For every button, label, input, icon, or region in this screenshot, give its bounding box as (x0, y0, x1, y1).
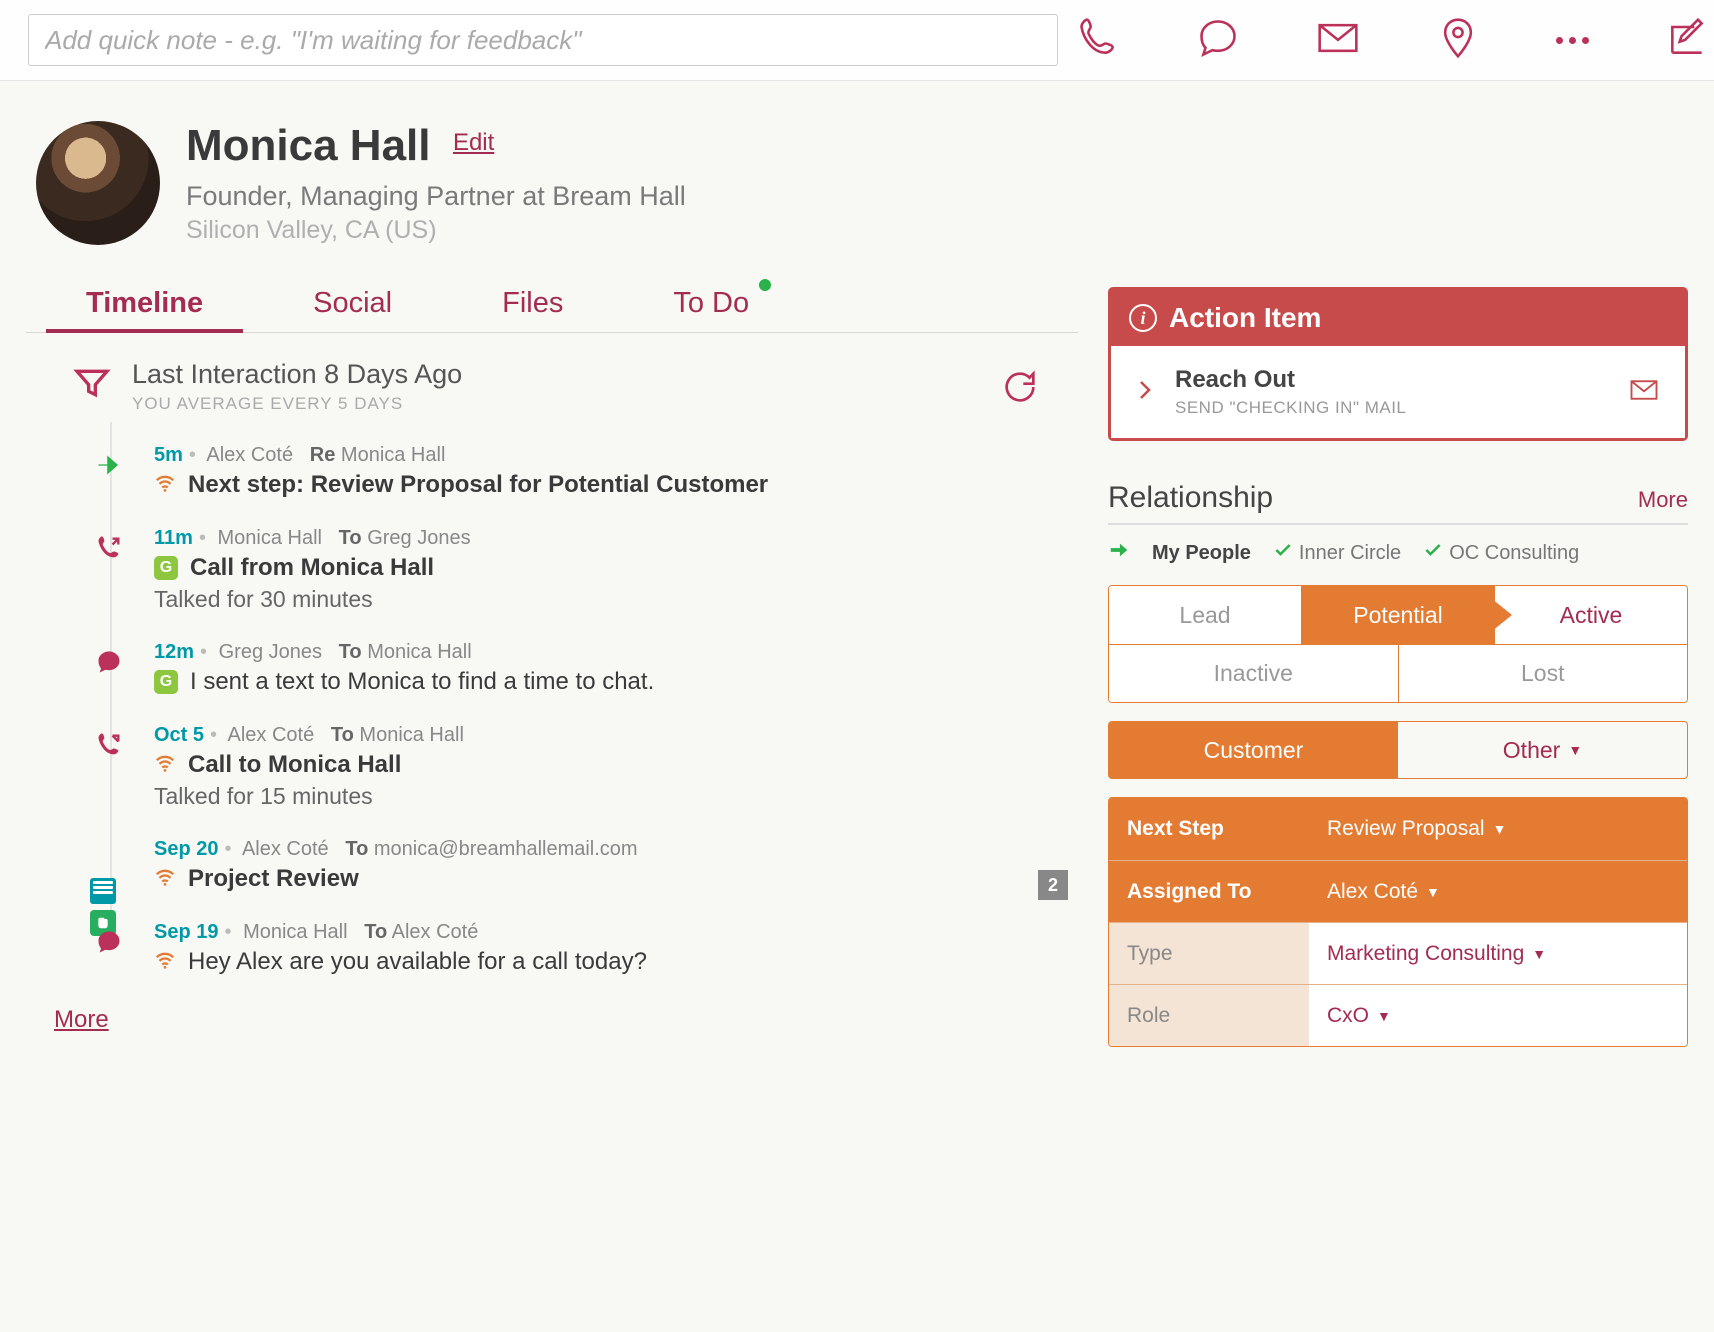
chat-bubble-icon (88, 641, 130, 683)
kv-val-role[interactable]: CxO▼ (1309, 985, 1687, 1046)
contact-name: Monica Hall (186, 121, 431, 171)
relationship-tags: My People Inner Circle OC Consulting (1108, 525, 1688, 585)
timeline-more-link[interactable]: More (54, 1006, 109, 1034)
timeline-time: 5m (154, 444, 183, 466)
relationship-details: Next Step Review Proposal▼ Assigned To A… (1108, 797, 1688, 1047)
action-item-title: Reach Out (1175, 366, 1406, 394)
mail-icon[interactable] (1316, 16, 1360, 65)
stage-active[interactable]: Active (1494, 586, 1687, 644)
stage-inactive[interactable]: Inactive (1109, 645, 1398, 702)
stage-lost[interactable]: Lost (1398, 645, 1688, 702)
arrow-right-icon (88, 444, 130, 486)
caret-down-icon: ▼ (1426, 884, 1440, 900)
tabs: Timeline Social Files To Do (26, 275, 1078, 333)
relationship-header: Relationship (1108, 481, 1273, 515)
chat-icon[interactable] (1196, 16, 1240, 65)
kv-key-assigned: Assigned To (1109, 861, 1309, 922)
timeline-item[interactable]: 5m• Alex Coté Re Monica Hall Next step: … (72, 430, 1078, 513)
kv-key-next-step: Next Step (1109, 798, 1309, 860)
kv-key-type: Type (1109, 923, 1309, 984)
top-bar (0, 0, 1714, 81)
chat-bubble-icon (88, 921, 130, 963)
phone-icon[interactable] (1076, 16, 1120, 65)
timeline-item[interactable]: 12m• Greg Jones To Monica Hall G I sent … (72, 627, 1078, 710)
compose-icon[interactable] (1665, 16, 1709, 65)
source-badge-icon: G (154, 556, 178, 580)
caret-down-icon: ▼ (1377, 1008, 1391, 1024)
call-outbound-icon (88, 724, 130, 766)
wifi-icon (154, 472, 176, 499)
location-icon[interactable] (1436, 16, 1480, 65)
tag-inner-circle[interactable]: Inner Circle (1273, 540, 1401, 566)
kv-key-role: Role (1109, 985, 1309, 1046)
action-item-body[interactable]: Reach Out SEND "CHECKING IN" MAIL (1111, 346, 1685, 438)
caret-down-icon: ▼ (1532, 946, 1546, 962)
wifi-icon (154, 949, 176, 976)
stage-selector: Lead Potential Active Inactive Lost (1108, 585, 1688, 703)
todo-indicator-icon (759, 279, 771, 291)
avatar (36, 121, 160, 245)
timeline-item[interactable]: Sep 19• Monica Hall To Alex Coté Hey Ale… (72, 907, 1078, 990)
kv-val-assigned[interactable]: Alex Coté▼ (1309, 861, 1687, 922)
interaction-average: YOU AVERAGE EVERY 5 DAYS (132, 394, 462, 414)
tab-files[interactable]: Files (502, 275, 563, 332)
action-item-header: Action Item (1169, 302, 1321, 334)
arrow-right-icon (1108, 539, 1130, 567)
timeline-list: 5m• Alex Coté Re Monica Hall Next step: … (72, 422, 1078, 990)
kv-val-type[interactable]: Marketing Consulting▼ (1309, 923, 1687, 984)
tag-oc-consulting[interactable]: OC Consulting (1423, 540, 1579, 566)
contact-title: Founder, Managing Partner at Bream Hall (186, 181, 686, 212)
chevron-right-icon (1133, 378, 1157, 407)
caret-down-icon: ▼ (1568, 742, 1582, 758)
quick-note-input[interactable] (28, 14, 1058, 66)
action-item-card: i Action Item Reach Out SEND "CHECKING I… (1108, 287, 1688, 441)
count-badge: 2 (1038, 870, 1068, 900)
tab-todo[interactable]: To Do (673, 275, 749, 332)
action-item-subtitle: SEND "CHECKING IN" MAIL (1175, 398, 1406, 418)
info-icon: i (1129, 304, 1157, 332)
caret-down-icon: ▼ (1493, 821, 1507, 837)
wifi-icon (154, 752, 176, 779)
contact-location: Silicon Valley, CA (US) (186, 216, 686, 245)
stage-lead[interactable]: Lead (1109, 586, 1301, 644)
timeline-item[interactable]: Sep 20• Alex Coté To monica@breamhallema… (72, 824, 1078, 907)
wifi-icon (154, 866, 176, 893)
filter-icon[interactable] (72, 363, 112, 408)
type-customer[interactable]: Customer (1109, 722, 1398, 778)
relationship-more-link[interactable]: More (1638, 487, 1688, 513)
kv-val-next-step[interactable]: Review Proposal▼ (1309, 798, 1687, 860)
type-other[interactable]: Other▼ (1398, 722, 1687, 778)
edit-link[interactable]: Edit (453, 129, 494, 156)
timeline-title: Next step: Review Proposal for Potential… (188, 471, 768, 499)
topbar-action-icons (1076, 16, 1709, 65)
contact-header: Monica Hall Edit Founder, Managing Partn… (0, 81, 1714, 265)
tab-timeline[interactable]: Timeline (86, 275, 203, 332)
timeline-item[interactable]: 11m• Monica Hall To Greg Jones G Call fr… (72, 513, 1078, 627)
last-interaction: Last Interaction 8 Days Ago (132, 359, 462, 390)
tag-my-people[interactable]: My People (1152, 542, 1251, 565)
mail-icon[interactable] (1625, 375, 1663, 410)
more-icon[interactable] (1556, 16, 1589, 65)
tab-social[interactable]: Social (313, 275, 392, 332)
timeline-item[interactable]: Oct 5• Alex Coté To Monica Hall Call to … (72, 710, 1078, 824)
stage-potential[interactable]: Potential (1301, 586, 1494, 644)
source-badge-icon: G (154, 670, 178, 694)
call-inbound-icon (88, 527, 130, 569)
type-selector: Customer Other▼ (1108, 721, 1688, 779)
refresh-icon[interactable] (1000, 367, 1040, 412)
